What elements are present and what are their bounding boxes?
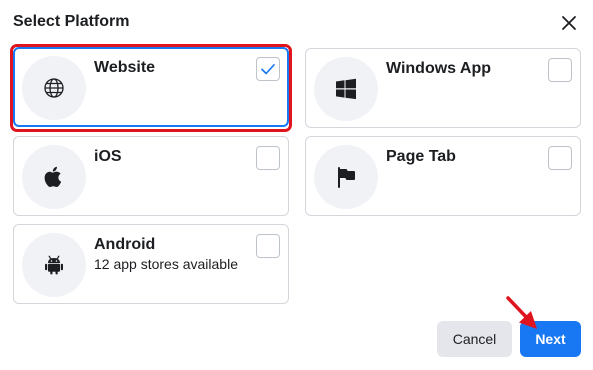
- platform-subtitle: 12 app stores available: [94, 256, 238, 272]
- platform-checkbox[interactable]: [256, 234, 280, 258]
- windows-icon: [314, 57, 378, 121]
- flag-icon: [314, 145, 378, 209]
- platform-name: Android: [94, 236, 156, 253]
- platform-checkbox[interactable]: [548, 146, 572, 170]
- platform-name: iOS: [94, 148, 122, 165]
- dialog-title: Select Platform: [13, 13, 130, 30]
- select-platform-dialog: Select Platform Website Windows App iOS …: [0, 0, 593, 370]
- cancel-button[interactable]: Cancel: [437, 321, 512, 357]
- platform-card-ios[interactable]: iOS: [13, 136, 289, 216]
- globe-icon: [22, 56, 86, 120]
- platform-card-page-tab[interactable]: Page Tab: [305, 136, 581, 216]
- apple-icon: [22, 145, 86, 209]
- platform-name: Windows App: [386, 60, 492, 77]
- platform-checkbox[interactable]: [256, 146, 280, 170]
- platform-checkbox[interactable]: [256, 57, 280, 81]
- platform-card-android[interactable]: Android 12 app stores available: [13, 224, 289, 304]
- platform-name: Page Tab: [386, 148, 456, 165]
- close-icon[interactable]: [558, 12, 580, 34]
- checkmark-icon: [261, 64, 275, 75]
- android-icon: [22, 233, 86, 297]
- next-button[interactable]: Next: [520, 321, 581, 357]
- platform-card-website[interactable]: Website: [13, 47, 289, 127]
- platform-name: Website: [94, 59, 156, 76]
- platform-checkbox[interactable]: [548, 58, 572, 82]
- platform-card-windows-app[interactable]: Windows App: [305, 48, 581, 128]
